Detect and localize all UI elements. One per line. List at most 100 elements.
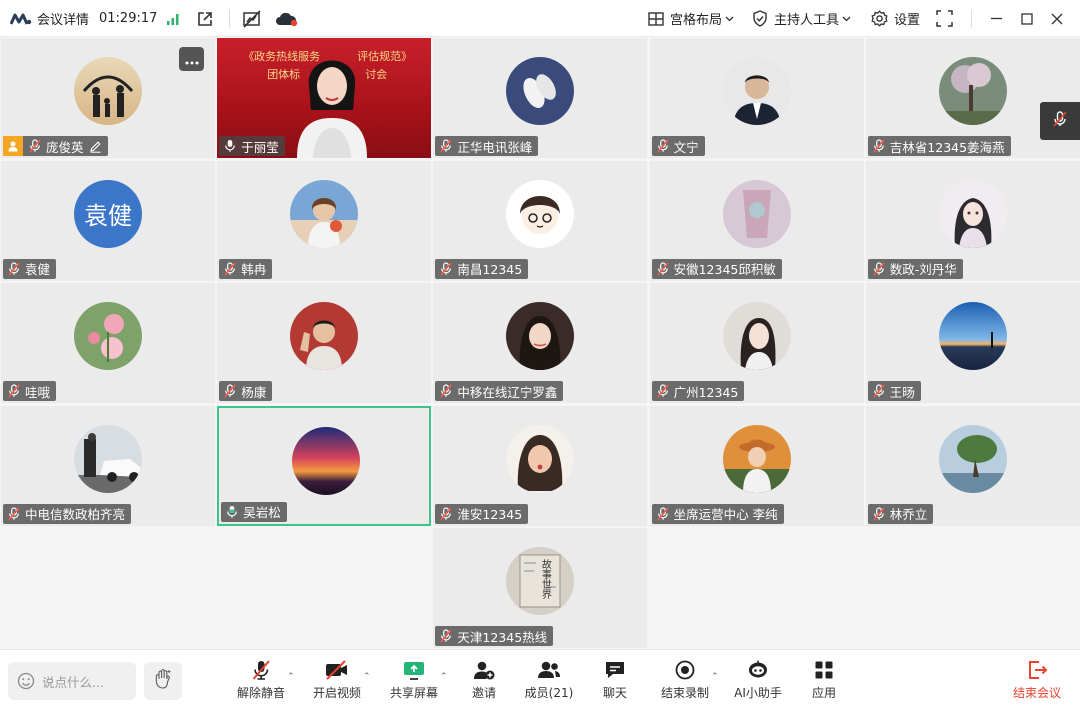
share-screen-icon <box>402 658 426 682</box>
members-button[interactable]: 成员(21) <box>522 650 576 707</box>
unmute-options-caret[interactable]: ⌃ <box>287 672 295 682</box>
participant-name-tag: 南昌12345 <box>435 258 529 279</box>
mic-muted-icon <box>438 506 454 522</box>
invite-button[interactable]: 邀请 <box>462 650 506 707</box>
car-white-avatar <box>74 424 142 493</box>
participant-tile[interactable]: 坐席运营中心 李纯 <box>649 405 864 526</box>
participant-tile[interactable]: 南昌12345 <box>433 160 648 281</box>
participant-name-tag: 王旸 <box>867 381 921 401</box>
meeting-details-button[interactable]: 会议详情 <box>10 0 89 37</box>
close-icon[interactable] <box>1051 0 1063 37</box>
maximize-icon[interactable] <box>1021 0 1033 37</box>
grid-layout-label: 宫格布局 <box>670 13 723 28</box>
signal-strength-icon[interactable] <box>166 0 180 37</box>
recording-options-caret[interactable]: ⌃ <box>711 672 719 682</box>
participant-name: 坐席运营中心 李纯 <box>673 507 778 522</box>
host-tools-menu[interactable]: 主持人工具 <box>752 0 851 37</box>
participant-tile[interactable]: 中移在线辽宁罗鑫 <box>433 283 648 403</box>
woman-hat-avatar <box>722 424 791 493</box>
start-video-button[interactable]: 开启视频 <box>311 650 363 707</box>
participant-name-tag: 天津12345热线 <box>435 626 554 646</box>
end-recording-button[interactable]: 结束录制 <box>658 650 712 707</box>
bottom-toolbar: 说点什么... 解除静音 ⌃ 开启视频 ⌃ 共享屏幕 ⌃ 邀请 成员(21) 聊… <box>0 649 1080 707</box>
mic-muted-icon <box>222 383 238 399</box>
participant-tile[interactable]: 王旸 <box>865 283 1080 403</box>
members-label: 成员(21) <box>524 685 574 700</box>
apps-grid-icon <box>813 658 835 682</box>
ai-assistant-button[interactable]: AI小助手 <box>731 650 785 707</box>
mic-muted-icon <box>249 658 273 682</box>
share-screen-label: 共享屏幕 <box>389 685 438 700</box>
participant-tile[interactable]: 吴岩松 <box>217 405 432 526</box>
presenter-figure <box>297 60 368 158</box>
woman-portrait-avatar <box>506 302 575 370</box>
lone-tree-avatar <box>938 424 1007 493</box>
participant-tile[interactable]: 袁健 袁健 <box>1 160 215 281</box>
chat-button[interactable]: 聊天 <box>595 650 635 707</box>
participant-name-tag: 正华电讯张峰 <box>435 136 539 156</box>
participant-name: 中电信数政柏齐亮 <box>25 507 126 522</box>
video-options-caret[interactable]: ⌃ <box>363 672 371 682</box>
ai-assistant-label: AI小助手 <box>734 685 782 700</box>
camera-off-icon <box>324 658 350 682</box>
end-meeting-button[interactable]: 结束会议 <box>1008 650 1066 707</box>
invite-label: 邀请 <box>471 685 496 700</box>
participant-tile[interactable]: 数政-刘丹华 <box>865 160 1080 281</box>
apps-label: 应用 <box>811 685 836 700</box>
share-screen-button[interactable]: 共享屏幕 <box>388 650 440 707</box>
fullscreen-icon[interactable] <box>936 0 953 37</box>
settings-button[interactable]: 设置 <box>871 0 920 37</box>
participant-tile[interactable]: 中电信数政柏齐亮 <box>1 405 215 526</box>
share-options-caret[interactable]: ⌃ <box>440 672 448 682</box>
participant-tile[interactable]: 吉林省12345姜海燕 <box>865 38 1080 158</box>
edit-name-icon[interactable] <box>89 140 102 153</box>
participant-tile[interactable]: 哇哦 <box>1 283 215 403</box>
participant-name: 哇哦 <box>25 384 51 400</box>
unmute-label: 解除静音 <box>236 685 285 700</box>
participant-tile[interactable]: 广州12345 <box>649 283 864 403</box>
man-suit-avatar <box>722 57 791 125</box>
apps-button[interactable]: 应用 <box>804 650 844 707</box>
cloud-recording-icon[interactable] <box>275 0 299 37</box>
participant-name: 袁健 <box>25 262 51 277</box>
mic-muted-icon <box>655 506 671 522</box>
grid-layout-menu[interactable]: 宫格布局 <box>648 0 734 37</box>
cartoon-girl-avatar <box>506 179 575 248</box>
participant-tile[interactable]: 林乔立 <box>865 405 1080 526</box>
participant-tile[interactable]: 杨康 <box>217 283 432 403</box>
record-stop-icon <box>674 658 696 682</box>
chat-input-box[interactable]: 说点什么... <box>8 662 136 700</box>
participant-name: 正华电讯张峰 <box>457 139 533 155</box>
participant-tile[interactable]: 文宁 <box>649 38 864 158</box>
participant-name: 林乔立 <box>889 507 928 522</box>
participant-tile[interactable]: 淮安12345 <box>433 405 648 526</box>
pop-out-icon[interactable] <box>196 0 214 37</box>
participant-tile[interactable]: 《政务热线服务 评估规范》 团体标 讨会 于丽莹 <box>217 38 432 158</box>
ai-robot-icon <box>746 658 770 682</box>
participant-tile[interactable]: 韩冉 <box>217 160 432 281</box>
participant-name-tag: 于丽莹 <box>219 136 285 156</box>
mic-muted-icon <box>655 261 671 277</box>
participant-name: 淮安12345 <box>457 507 523 522</box>
emoji-icon[interactable] <box>17 672 35 690</box>
participant-tile[interactable]: 故事世界 天津12345热线 <box>433 528 648 648</box>
no-network-flag-icon[interactable] <box>242 0 262 37</box>
girl-sun-avatar <box>290 179 359 248</box>
unmute-button[interactable]: 解除静音 <box>235 650 287 707</box>
side-mic-muted-button[interactable] <box>1040 102 1080 140</box>
participant-tile[interactable]: 安徽12345邱积敏 <box>649 160 864 281</box>
chat-icon <box>603 658 627 682</box>
family-silhouette-avatar <box>74 57 142 125</box>
mic-speaking-icon <box>224 504 240 520</box>
anime-girl-avatar <box>938 179 1007 248</box>
mic-muted-icon <box>6 383 22 399</box>
raise-hand-button[interactable] <box>144 662 182 700</box>
more-options-button[interactable] <box>179 47 204 71</box>
mic-muted-icon <box>438 261 454 277</box>
host-tools-label: 主持人工具 <box>774 13 840 28</box>
participant-tile[interactable]: 正华电讯张峰 <box>433 38 648 158</box>
participant-name: 韩冉 <box>241 262 267 277</box>
meeting-details-label: 会议详情 <box>37 13 90 28</box>
minimize-icon[interactable] <box>990 0 1003 37</box>
participant-name: 天津12345热线 <box>457 629 548 645</box>
